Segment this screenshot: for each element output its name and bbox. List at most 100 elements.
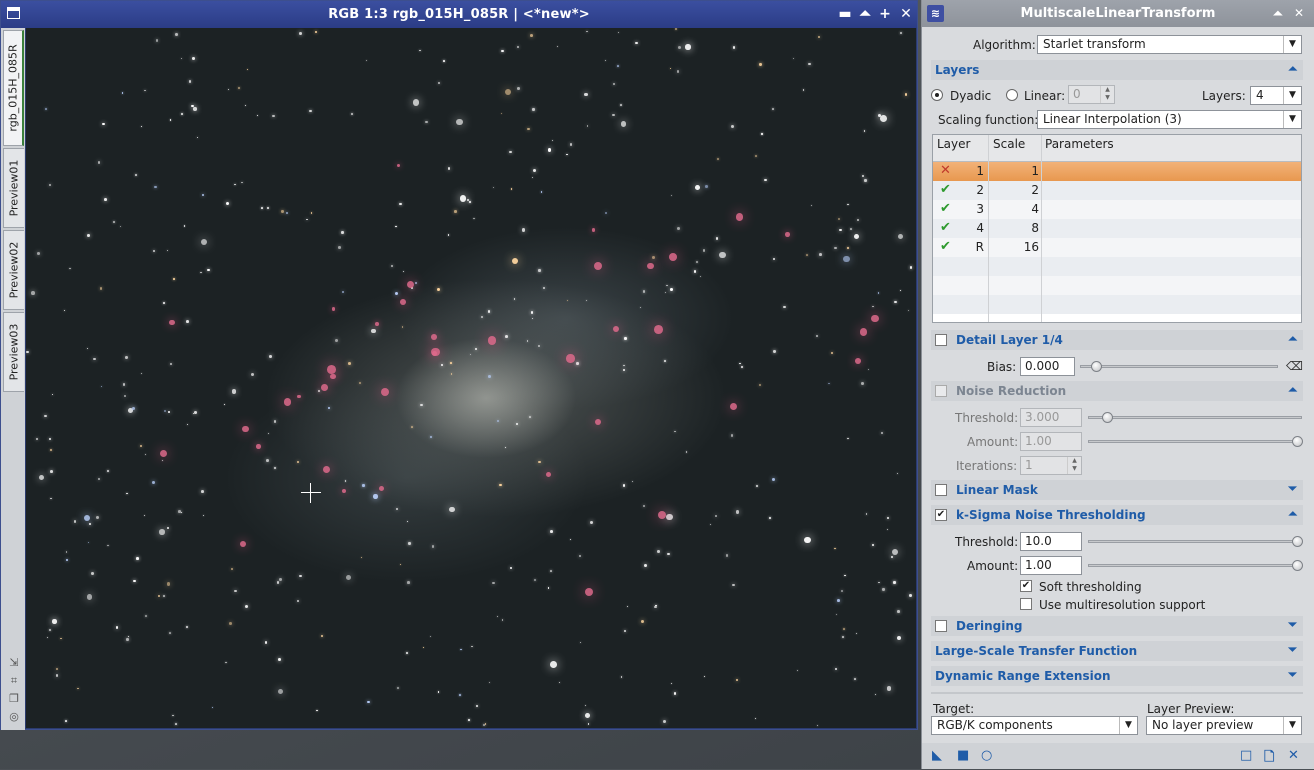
linear-mask-checkbox[interactable] (935, 484, 947, 496)
maximize-button[interactable]: ⏶ (857, 6, 873, 22)
new-instance-icon[interactable]: ◣ (932, 748, 942, 763)
column-header-scale[interactable]: Scale (993, 137, 1025, 151)
ks-amount-input[interactable]: 1.00 (1020, 556, 1082, 575)
star (126, 492, 128, 495)
enabled-layer-icon[interactable]: ✔ (940, 239, 951, 254)
tab-preview01[interactable]: Preview01 (3, 148, 24, 228)
nr-threshold-slider[interactable] (1088, 416, 1302, 419)
image-canvas[interactable] (26, 28, 916, 728)
star (351, 112, 354, 115)
ks-amount-handle[interactable] (1292, 560, 1303, 571)
nr-threshold-input[interactable]: 3.000 (1020, 408, 1082, 427)
enabled-layer-icon[interactable]: ✔ (940, 220, 951, 235)
star (509, 150, 512, 153)
multires-label: Use multiresolution support (1039, 598, 1206, 612)
tab-main-view[interactable]: rgb_015H_085R (3, 30, 24, 146)
nr-iterations-spinbox[interactable]: 1 ▲ ▼ (1020, 456, 1082, 475)
layers-section-header[interactable]: Layers ⏶ (931, 60, 1303, 80)
ks-threshold-input[interactable]: 10.0 (1020, 532, 1082, 551)
clone-view-icon[interactable]: ❐ (8, 693, 20, 705)
nebula-region (594, 419, 601, 426)
star (145, 615, 147, 618)
nr-threshold-handle[interactable] (1102, 412, 1113, 423)
target-select[interactable]: RGB/K components ▼ (931, 716, 1138, 735)
star (872, 305, 874, 308)
reset-bias-icon[interactable]: ⌫ (1286, 359, 1303, 373)
process-titlebar[interactable]: ≋ MultiscaleLinearTransform ⏶ ✕ (922, 0, 1314, 27)
arrow-corner-icon[interactable]: ⇲ (8, 657, 20, 669)
multires-checkbox[interactable] (1020, 598, 1032, 610)
apply-global-icon[interactable]: ○ (981, 748, 992, 763)
star (501, 618, 504, 621)
lstf-section-header[interactable]: Large-Scale Transfer Function ⏷ (931, 641, 1303, 661)
disabled-layer-icon[interactable]: ✕ (940, 163, 951, 178)
detail-layer-section-header[interactable]: Detail Layer 1/4 ⏶ (931, 330, 1303, 350)
layers-count-select[interactable]: 4 ▼ (1250, 86, 1302, 105)
nr-amount-slider[interactable] (1088, 440, 1302, 443)
reset-icon[interactable]: ✕ (1288, 748, 1299, 763)
star (841, 635, 844, 638)
noise-reduction-section-header[interactable]: Noise Reduction ⏶ (931, 381, 1303, 401)
deringing-section-header[interactable]: Deringing ⏷ (931, 616, 1303, 636)
star (268, 433, 270, 435)
dre-section-header[interactable]: Dynamic Range Extension ⏷ (931, 666, 1303, 686)
star (87, 541, 90, 544)
nebula-region (400, 299, 407, 306)
linear-radio[interactable] (1006, 89, 1018, 101)
bias-slider[interactable] (1080, 365, 1278, 368)
target-icon[interactable]: ◎ (8, 711, 20, 723)
ksigma-checkbox[interactable]: ✔ (935, 509, 947, 521)
edit-instance-icon[interactable]: 🗋 (1264, 748, 1274, 770)
linear-value-spinbox[interactable]: 0 ▲ ▼ (1068, 85, 1115, 104)
star (891, 548, 898, 555)
linear-mask-section-header[interactable]: Linear Mask ⏷ (931, 480, 1303, 500)
close-panel-icon[interactable]: ✕ (1294, 6, 1304, 20)
spin-arrows-icon[interactable]: ▲ ▼ (1100, 86, 1114, 103)
star (671, 194, 673, 196)
detail-layer-checkbox[interactable] (935, 334, 947, 346)
shade-panel-icon[interactable]: ⏶ (1273, 6, 1283, 21)
spin-arrows-icon[interactable]: ▲ ▼ (1067, 457, 1081, 474)
star (531, 318, 533, 320)
star (517, 46, 520, 49)
noise-reduction-checkbox[interactable] (935, 385, 947, 397)
algorithm-select[interactable]: Starlet transform ▼ (1037, 35, 1302, 54)
star (201, 490, 205, 493)
bias-slider-handle[interactable] (1091, 361, 1102, 372)
soft-thresholding-checkbox[interactable]: ✔ (1020, 580, 1032, 592)
deringing-checkbox[interactable] (935, 620, 947, 632)
nr-amount-handle[interactable] (1292, 436, 1303, 447)
shade-button[interactable]: ▬ (837, 6, 853, 22)
scaling-function-select[interactable]: Linear Interpolation (3) ▼ (1037, 110, 1302, 129)
star (225, 662, 227, 664)
layer-preview-select[interactable]: No layer preview ▼ (1146, 716, 1302, 735)
star (362, 484, 365, 487)
star (419, 49, 421, 52)
tab-preview03[interactable]: Preview03 (3, 312, 24, 392)
star (45, 107, 47, 110)
star (900, 32, 903, 35)
star (709, 523, 711, 526)
dyadic-radio[interactable] (931, 89, 943, 101)
nr-amount-input[interactable]: 1.00 (1020, 432, 1082, 451)
bias-input[interactable]: 0.000 (1020, 357, 1075, 376)
ks-threshold-handle[interactable] (1292, 536, 1303, 547)
tab-preview02[interactable]: Preview02 (3, 230, 24, 310)
image-window-titlebar[interactable]: RGB 1:3 rgb_015H_085R | <*new*> ▬ ⏶ + ✕ (1, 1, 917, 28)
ks-amount-slider[interactable] (1088, 564, 1302, 567)
fit-view-icon[interactable]: ⌗ (8, 675, 20, 687)
preview-icon[interactable]: □ (1240, 748, 1252, 763)
ksigma-section-header[interactable]: ✔ k-Sigma Noise Thresholding ⏶ (931, 505, 1303, 525)
star (685, 44, 691, 50)
close-button[interactable]: ✕ (898, 6, 914, 22)
column-header-layer[interactable]: Layer (937, 137, 970, 151)
ks-threshold-slider[interactable] (1088, 540, 1302, 543)
star (569, 143, 573, 146)
column-header-parameters[interactable]: Parameters (1045, 137, 1114, 151)
enabled-layer-icon[interactable]: ✔ (940, 182, 951, 197)
star (620, 121, 627, 127)
star (880, 431, 884, 434)
zoom-in-button[interactable]: + (877, 6, 893, 22)
apply-icon[interactable]: ■ (957, 748, 969, 763)
enabled-layer-icon[interactable]: ✔ (940, 201, 951, 216)
